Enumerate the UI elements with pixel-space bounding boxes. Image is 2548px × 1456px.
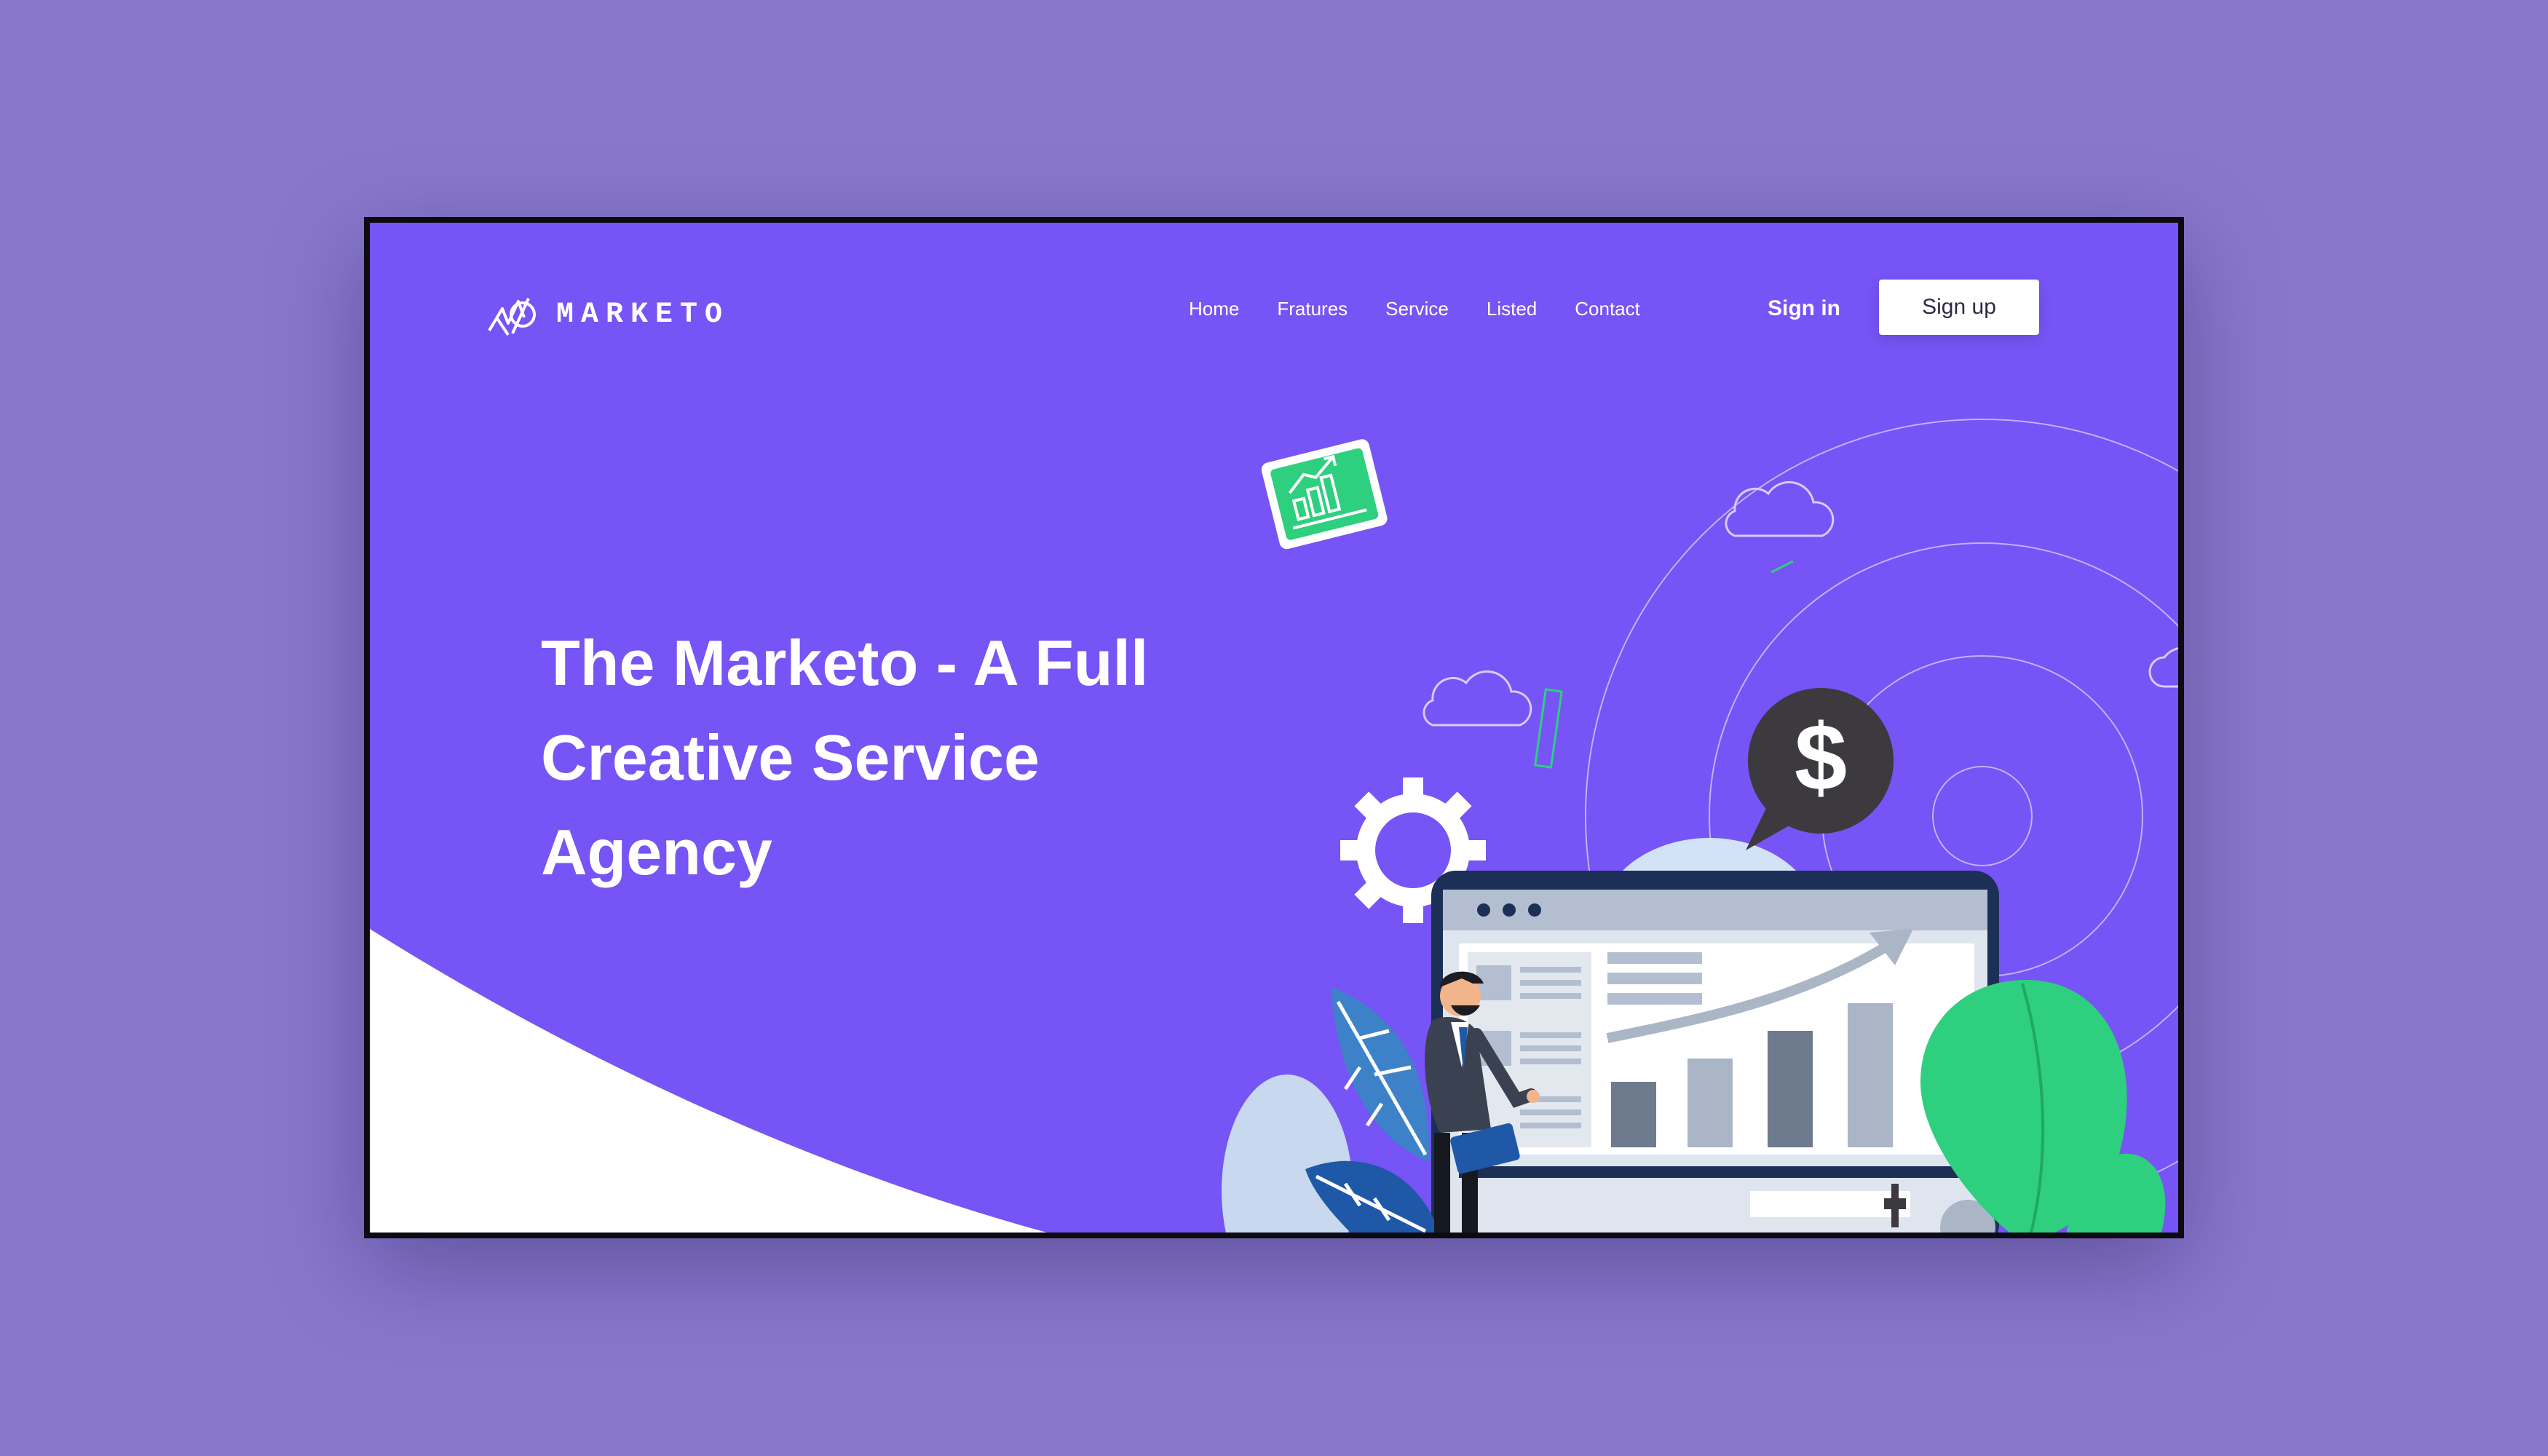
- landing-page: $ MARKETO Home Fratures Service Listed C…: [370, 223, 2178, 1233]
- svg-text:$: $: [1795, 704, 1847, 810]
- white-curve-shape: [370, 929, 1048, 1233]
- chart-card-icon: [1261, 439, 1388, 550]
- nav-service-link[interactable]: Service: [1385, 296, 1449, 322]
- main-navigation: Home Fratures Service Listed Contact: [1189, 296, 1640, 322]
- nav-features-link[interactable]: Fratures: [1277, 296, 1348, 322]
- brand-name: MARKETO: [556, 298, 730, 331]
- nav-contact-link[interactable]: Contact: [1575, 296, 1640, 322]
- dollar-bubble-icon: $: [1746, 688, 1894, 850]
- hero-title: The Marketo - A Full Creative Service Ag…: [541, 627, 1149, 888]
- marketo-logo-icon: [488, 298, 536, 336]
- nav-home-link[interactable]: Home: [1189, 296, 1239, 322]
- cloud-icon: [1423, 480, 2178, 727]
- sign-up-button[interactable]: Sign up: [1879, 280, 2039, 335]
- browser-dashboard: [1431, 871, 1999, 1233]
- sign-in-link[interactable]: Sign in: [1768, 294, 1840, 323]
- browser-screen: $ MARKETO Home Fratures Service Listed C…: [364, 217, 2184, 1238]
- nav-listed-link[interactable]: Listed: [1487, 296, 1537, 322]
- brand-logo[interactable]: MARKETO: [486, 288, 729, 341]
